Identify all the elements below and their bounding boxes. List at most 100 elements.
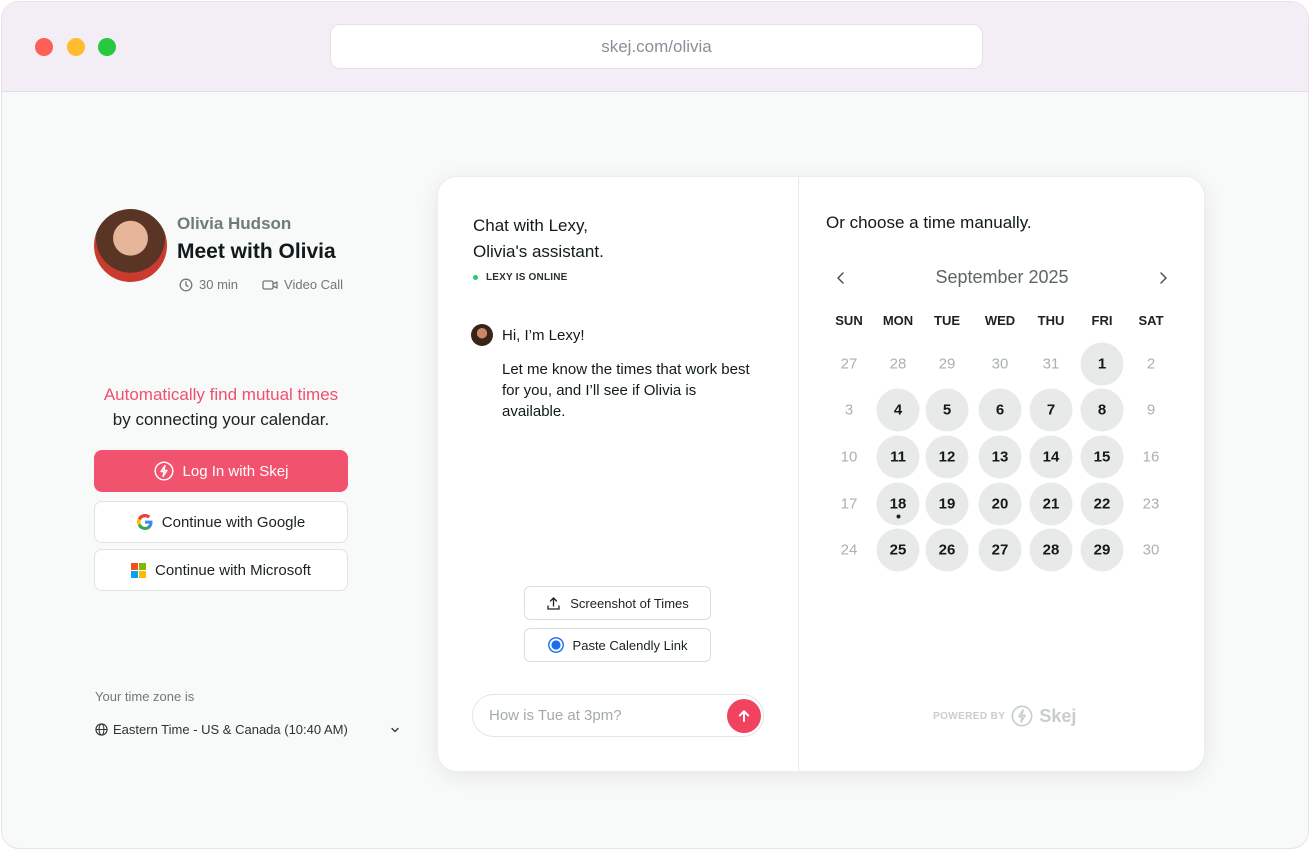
- calendar-day-available[interactable]: 1: [1080, 342, 1124, 386]
- calendar-day-number: 26: [938, 541, 956, 559]
- calendar-day-available[interactable]: 27: [978, 528, 1022, 572]
- calendar-day-number: 10: [840, 448, 858, 466]
- calendar-day-unavailable: 27: [828, 343, 871, 386]
- calendar-day-available[interactable]: 18: [876, 482, 920, 526]
- chat-title-line2: Olivia's assistant.: [473, 242, 604, 261]
- skej-logo-icon: [1011, 705, 1033, 727]
- clock-icon: [179, 278, 193, 291]
- weekday-header: WED: [984, 313, 1016, 328]
- month-label: September 2025: [935, 267, 1069, 287]
- calendar-day-number: 12: [938, 448, 956, 466]
- calendar-day-available[interactable]: 12: [925, 435, 969, 479]
- calendar-day-available[interactable]: 8: [1080, 388, 1124, 432]
- calendar-day-available[interactable]: 11: [876, 435, 920, 479]
- calendar-day-available[interactable]: 6: [978, 388, 1022, 432]
- chevron-right-icon[interactable]: [1154, 269, 1172, 287]
- calendar-day-number: 17: [840, 495, 858, 513]
- calendar-day-number: 9: [1146, 401, 1156, 419]
- calendar-day-number: 30: [1142, 541, 1160, 559]
- host-name: Olivia Hudson: [177, 214, 292, 233]
- calendar-day-available[interactable]: 21: [1029, 482, 1073, 526]
- calendar-day-available[interactable]: 25: [876, 528, 920, 572]
- host-avatar: [94, 209, 167, 282]
- chevron-down-icon: [391, 727, 399, 732]
- chat-input[interactable]: [489, 695, 719, 736]
- calendar-day-unavailable: 30: [1130, 529, 1173, 572]
- manual-selection-title: Or choose a time manually.: [826, 213, 1032, 232]
- upload-icon: [547, 596, 560, 610]
- meeting-meta: 30 min Video Call: [179, 277, 343, 292]
- calendar-day-unavailable: 24: [828, 529, 871, 572]
- assistant-avatar: [471, 324, 493, 346]
- continue-google-button[interactable]: Continue with Google: [94, 501, 348, 543]
- globe-icon: [95, 723, 108, 736]
- continue-microsoft-label: Continue with Microsoft: [155, 561, 311, 579]
- calendar-day-available[interactable]: 22: [1080, 482, 1124, 526]
- calendar-day-number: 22: [1093, 495, 1111, 513]
- send-button[interactable]: [727, 699, 761, 733]
- weekday-header: TUE: [934, 313, 960, 328]
- calendar-day-available[interactable]: 15: [1080, 435, 1124, 479]
- calendar-day-number: 21: [1042, 495, 1060, 513]
- calendar-day-available[interactable]: 5: [925, 388, 969, 432]
- calendar-day-number: 20: [991, 495, 1009, 513]
- calendar-day-number: 8: [1097, 401, 1107, 419]
- calendar-day-number: 28: [1042, 541, 1060, 559]
- close-window-button[interactable]: [35, 38, 53, 56]
- login-skej-button[interactable]: Log In with Skej: [94, 450, 348, 492]
- calendar-day-available[interactable]: 14: [1029, 435, 1073, 479]
- calendar-day-available[interactable]: 26: [925, 528, 969, 572]
- calendar-day-number: 23: [1142, 495, 1160, 513]
- calendar-day-unavailable: 9: [1130, 389, 1173, 432]
- chat-title-line1: Chat with Lexy,: [473, 216, 588, 235]
- browser-window: skej.com/olivia Olivia Hudson Meet with …: [1, 1, 1309, 849]
- calendar-day-unavailable: 28: [877, 343, 920, 386]
- meeting-title: Meet with Olivia: [177, 240, 336, 263]
- connect-subline: by connecting your calendar.: [112, 410, 330, 429]
- login-skej-label: Log In with Skej: [182, 462, 289, 480]
- calendar-day-number: 6: [995, 401, 1005, 419]
- calendar-day-available[interactable]: 4: [876, 388, 920, 432]
- skej-bolt-icon: [153, 461, 174, 481]
- calendar-day-number: 13: [991, 448, 1009, 466]
- minimize-window-button[interactable]: [67, 38, 85, 56]
- weekday-header: MON: [882, 313, 914, 328]
- calendar-day-number: 11: [890, 448, 906, 466]
- calendar-day-number: 27: [991, 541, 1009, 559]
- calendar-day-number: 30: [991, 355, 1009, 373]
- screenshot-of-times-button[interactable]: Screenshot of Times: [524, 586, 711, 620]
- calendar-day-number: 15: [1093, 448, 1111, 466]
- today-indicator: [896, 514, 900, 519]
- continue-microsoft-button[interactable]: Continue with Microsoft: [94, 549, 348, 591]
- calendar-day-unavailable: 31: [1030, 343, 1073, 386]
- paste-calendly-link-button[interactable]: Paste Calendly Link: [524, 628, 711, 662]
- calendar-day-available[interactable]: 20: [978, 482, 1022, 526]
- calendar-day-number: 14: [1042, 448, 1060, 466]
- card-divider: [798, 177, 799, 771]
- calendar-day-number: 28: [889, 355, 907, 373]
- address-bar[interactable]: skej.com/olivia: [330, 24, 983, 69]
- timezone-selector[interactable]: Eastern Time - US & Canada (10:40 AM): [95, 722, 400, 737]
- calendar-day-unavailable: 3: [828, 389, 871, 432]
- calendar-day-available[interactable]: 7: [1029, 388, 1073, 432]
- powered-by-label: POWERED BY: [933, 710, 1006, 722]
- calendar-day-number: 1: [1097, 355, 1107, 373]
- online-dot-icon: [473, 275, 478, 280]
- calendar-day-number: 25: [889, 541, 907, 559]
- meeting-type: Video Call: [284, 277, 344, 292]
- calendar-day-available[interactable]: 29: [1080, 528, 1124, 572]
- calendly-logo-icon: [547, 637, 564, 653]
- assistant-status: LEXY IS ONLINE: [473, 272, 568, 283]
- calendar-day-unavailable: 29: [926, 343, 969, 386]
- calendar-day-number: 5: [942, 401, 952, 419]
- maximize-window-button[interactable]: [98, 38, 116, 56]
- calendar-day-available[interactable]: 28: [1029, 528, 1073, 572]
- calendar-day-number: 29: [1093, 541, 1111, 559]
- video-camera-icon: [262, 279, 278, 290]
- calendar-day-unavailable: 30: [979, 343, 1022, 386]
- calendar-day-number: 29: [938, 355, 956, 373]
- meeting-duration: 30 min: [199, 277, 239, 292]
- chat-message-greeting: Hi, I’m Lexy!: [502, 327, 585, 344]
- calendar-day-available[interactable]: 19: [925, 482, 969, 526]
- calendar-day-available[interactable]: 13: [978, 435, 1022, 479]
